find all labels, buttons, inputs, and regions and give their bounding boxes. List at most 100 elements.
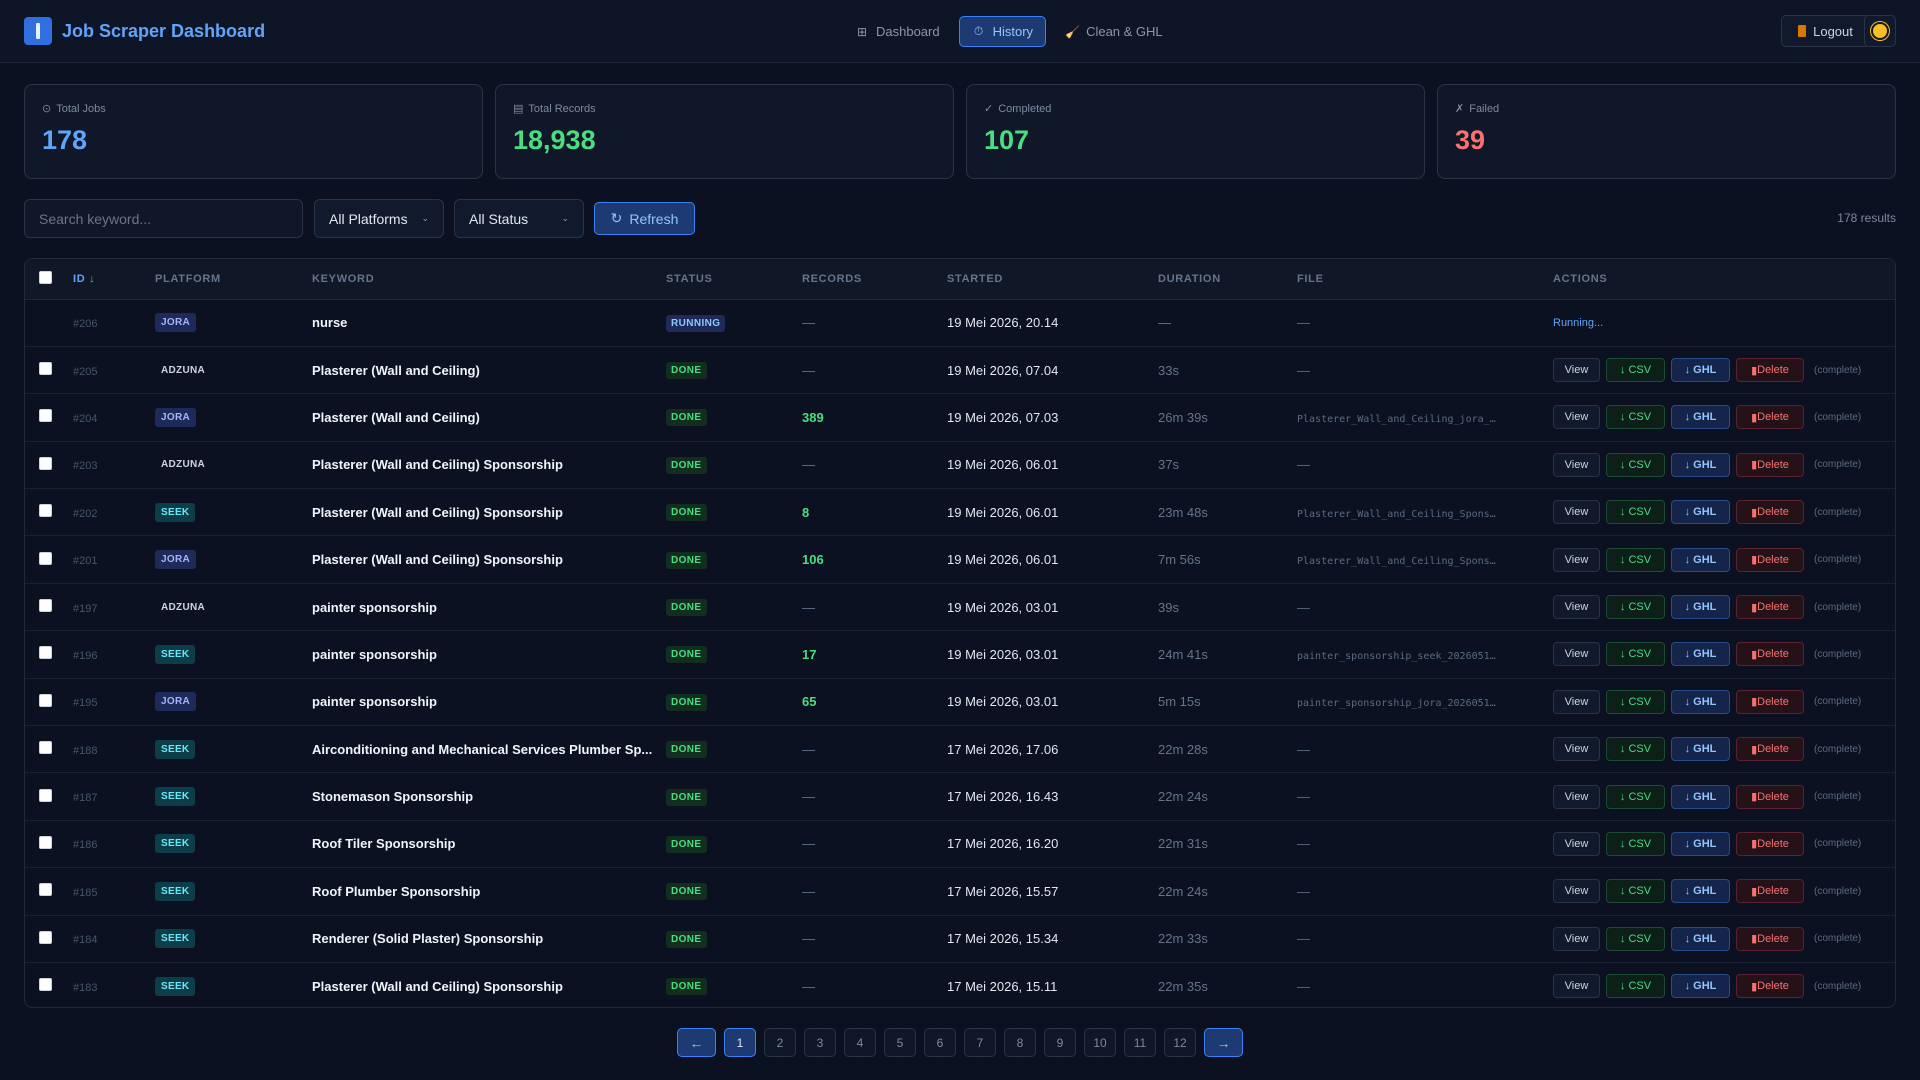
download-ghl-button[interactable]: ↓ GHL (1671, 737, 1730, 762)
table-row[interactable]: #195 JORA painter sponsorship DONE 65 19 Mei … (25, 678, 1895, 726)
delete-button[interactable]: ▮ Delete (1736, 595, 1804, 620)
page-button-3[interactable]: 3 (804, 1028, 836, 1057)
logout-button[interactable]: Logout (1781, 15, 1870, 47)
file-name[interactable]: Plasterer_Wall_and_Ceiling_jora_… (1297, 414, 1496, 425)
row-checkbox[interactable] (39, 409, 52, 423)
theme-toggle-button[interactable] (1864, 15, 1896, 47)
table-row[interactable]: #184 SEEK Renderer (Solid Plaster) Sponsor… (25, 915, 1895, 963)
column-header-file[interactable]: FILE (1297, 259, 1553, 300)
column-header-platform[interactable]: PLATFORM (155, 259, 312, 300)
platform-select[interactable]: All Platforms ⌄ (314, 199, 444, 238)
download-ghl-button[interactable]: ↓ GHL (1671, 547, 1730, 572)
file-name[interactable]: Plasterer_Wall_and_Ceiling_Spons… (1297, 556, 1496, 567)
file-name[interactable]: painter_sponsorship_jora_2026051… (1297, 698, 1496, 709)
view-button[interactable]: View (1553, 500, 1600, 525)
row-checkbox[interactable] (39, 456, 52, 470)
column-header-duration[interactable]: DURATION (1158, 259, 1297, 300)
view-button[interactable]: View (1553, 642, 1600, 667)
row-checkbox[interactable] (39, 646, 52, 660)
download-csv-button[interactable]: ↓ CSV (1606, 595, 1665, 620)
row-checkbox[interactable] (39, 835, 52, 849)
delete-button[interactable]: ▮ Delete (1736, 974, 1804, 999)
delete-button[interactable]: ▮ Delete (1736, 452, 1804, 477)
row-checkbox[interactable] (39, 741, 52, 755)
table-row[interactable]: #202 SEEK Plasterer (Wall and Ceiling) Spo… (25, 489, 1895, 536)
row-checkbox[interactable] (39, 551, 52, 565)
page-button-5[interactable]: 5 (884, 1028, 916, 1057)
download-csv-button[interactable]: ↓ CSV (1606, 831, 1665, 856)
table-row[interactable]: #185 SEEK Roof Plumber Sponsorship DONE — 17 … (25, 868, 1895, 916)
next-page-button[interactable]: → (1204, 1028, 1243, 1057)
delete-button[interactable]: ▮ Delete (1736, 879, 1804, 904)
page-button-1[interactable]: 1 (724, 1028, 756, 1057)
download-ghl-button[interactable]: ↓ GHL (1671, 974, 1730, 999)
page-button-8[interactable]: 8 (1004, 1028, 1036, 1057)
download-ghl-button[interactable]: ↓ GHL (1671, 358, 1730, 383)
view-button[interactable]: View (1553, 405, 1600, 430)
view-button[interactable]: View (1553, 737, 1600, 762)
page-button-6[interactable]: 6 (924, 1028, 956, 1057)
table-row[interactable]: #197 ADZUNA painter sponsorship DONE — 19 Mei… (25, 583, 1895, 631)
page-button-4[interactable]: 4 (844, 1028, 876, 1057)
delete-button[interactable]: ▮ Delete (1736, 784, 1804, 809)
table-row[interactable]: #201 JORA Plasterer (Wall and Ceiling) Spo… (25, 536, 1895, 584)
prev-page-button[interactable]: ← (677, 1028, 716, 1057)
table-row[interactable]: #183 SEEK Plasterer (Wall and Ceiling) Spo… (25, 962, 1895, 1007)
refresh-button[interactable]: ↻ Refresh (594, 202, 695, 235)
table-row[interactable]: #204 JORA Plasterer (Wall and Ceiling) DONE… (25, 394, 1895, 442)
column-header-started[interactable]: STARTED (947, 259, 1158, 300)
row-checkbox[interactable] (39, 788, 52, 802)
delete-button[interactable]: ▮ Delete (1736, 642, 1804, 667)
download-csv-button[interactable]: ↓ CSV (1606, 926, 1665, 951)
row-checkbox[interactable] (39, 504, 52, 518)
delete-button[interactable]: ▮ Delete (1736, 831, 1804, 856)
table-row[interactable]: #186 SEEK Roof Tiler Sponsorship DONE — 17 Me… (25, 820, 1895, 868)
download-csv-button[interactable]: ↓ CSV (1606, 452, 1665, 477)
download-ghl-button[interactable]: ↓ GHL (1671, 642, 1730, 667)
delete-button[interactable]: ▮ Delete (1736, 926, 1804, 951)
download-csv-button[interactable]: ↓ CSV (1606, 879, 1665, 904)
download-csv-button[interactable]: ↓ CSV (1606, 405, 1665, 430)
column-header-id[interactable]: ID ↓ (73, 259, 155, 300)
download-ghl-button[interactable]: ↓ GHL (1671, 595, 1730, 620)
table-row[interactable]: #187 SEEK Stonemason Sponsorship DONE — 17 Me… (25, 773, 1895, 821)
download-ghl-button[interactable]: ↓ GHL (1671, 405, 1730, 430)
file-name[interactable]: Plasterer_Wall_and_Ceiling_Spons… (1297, 509, 1496, 520)
download-ghl-button[interactable]: ↓ GHL (1671, 879, 1730, 904)
table-row[interactable]: #206 JORA nurse RUNNING — 19 Mei 2026, 20.14 —… (25, 299, 1895, 347)
row-checkbox[interactable] (39, 978, 52, 992)
download-csv-button[interactable]: ↓ CSV (1606, 547, 1665, 572)
download-csv-button[interactable]: ↓ CSV (1606, 737, 1665, 762)
row-checkbox[interactable] (39, 883, 52, 897)
view-button[interactable]: View (1553, 689, 1600, 714)
view-button[interactable]: View (1553, 595, 1600, 620)
view-button[interactable]: View (1553, 926, 1600, 951)
row-checkbox[interactable] (39, 693, 52, 707)
page-button-7[interactable]: 7 (964, 1028, 996, 1057)
delete-button[interactable]: ▮ Delete (1736, 689, 1804, 714)
delete-button[interactable]: ▮ Delete (1736, 547, 1804, 572)
download-csv-button[interactable]: ↓ CSV (1606, 500, 1665, 525)
row-checkbox[interactable] (39, 362, 52, 376)
download-csv-button[interactable]: ↓ CSV (1606, 642, 1665, 667)
delete-button[interactable]: ▮ Delete (1736, 358, 1804, 383)
column-header-status[interactable]: STATUS (666, 259, 802, 300)
download-csv-button[interactable]: ↓ CSV (1606, 974, 1665, 999)
page-button-2[interactable]: 2 (764, 1028, 796, 1057)
search-input[interactable] (24, 199, 303, 238)
row-checkbox[interactable] (39, 930, 52, 944)
download-ghl-button[interactable]: ↓ GHL (1671, 784, 1730, 809)
delete-button[interactable]: ▮ Delete (1736, 737, 1804, 762)
view-button[interactable]: View (1553, 452, 1600, 477)
download-csv-button[interactable]: ↓ CSV (1606, 358, 1665, 383)
select-all-checkbox[interactable] (39, 270, 52, 284)
delete-button[interactable]: ▮ Delete (1736, 500, 1804, 525)
download-ghl-button[interactable]: ↓ GHL (1671, 500, 1730, 525)
column-header-records[interactable]: RECORDS (802, 259, 947, 300)
view-button[interactable]: View (1553, 831, 1600, 856)
download-ghl-button[interactable]: ↓ GHL (1671, 831, 1730, 856)
page-button-12[interactable]: 12 (1164, 1028, 1196, 1057)
nav-tab-dashboard[interactable]: ⊞ Dashboard (842, 16, 953, 47)
view-button[interactable]: View (1553, 879, 1600, 904)
page-button-9[interactable]: 9 (1044, 1028, 1076, 1057)
